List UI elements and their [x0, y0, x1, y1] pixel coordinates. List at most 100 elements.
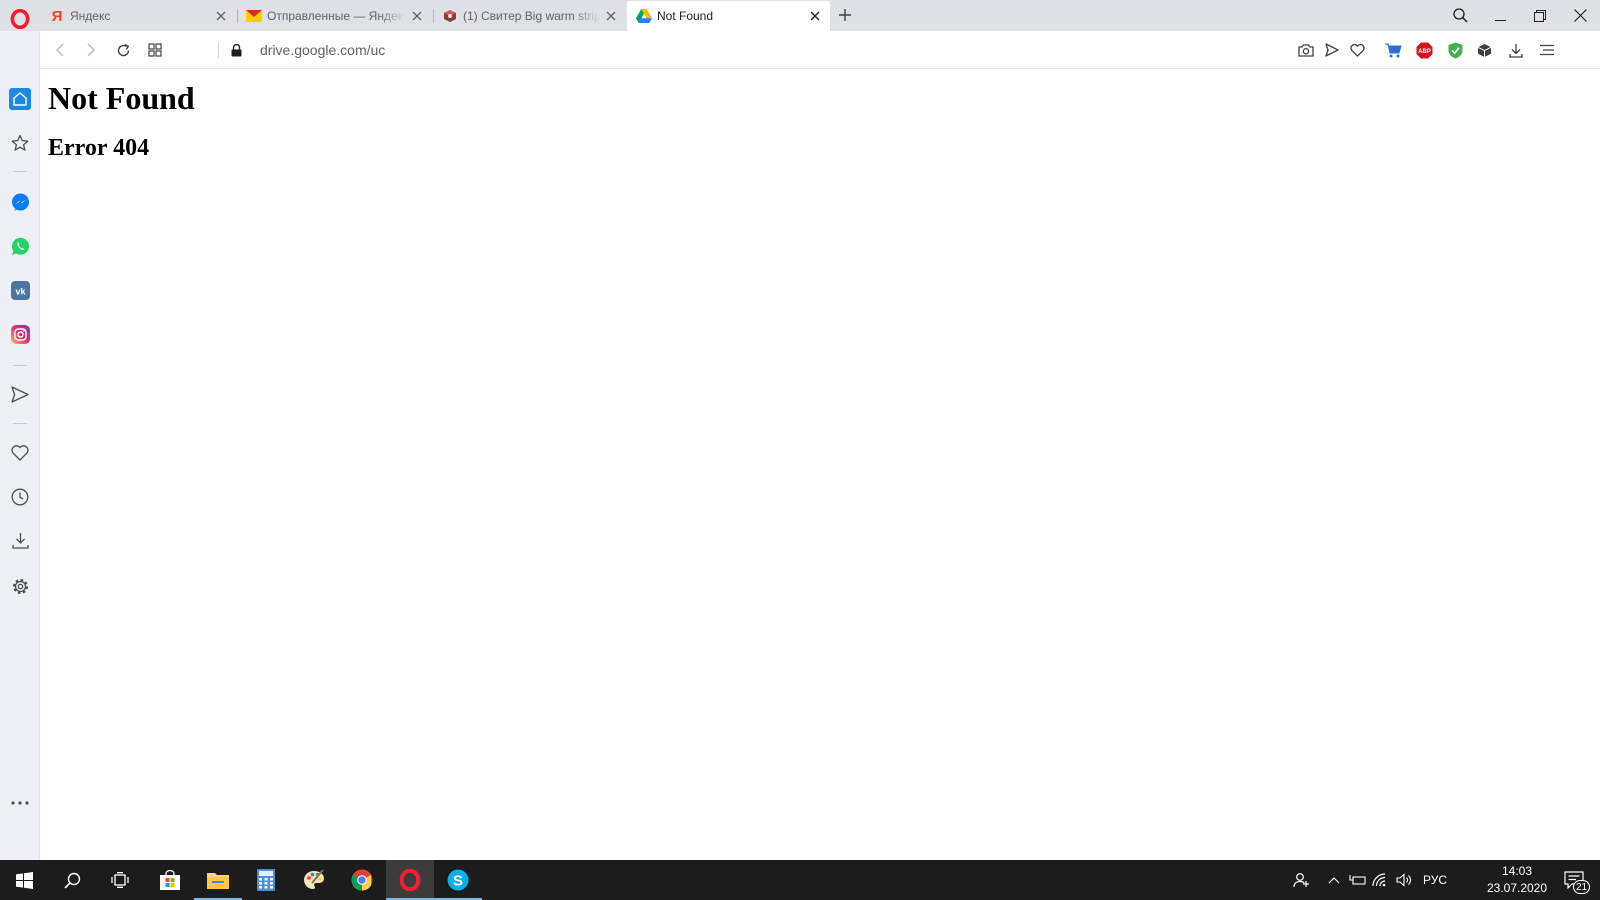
speed-dial-button[interactable]: [144, 39, 166, 61]
minimize-button[interactable]: [1481, 0, 1519, 31]
close-tab-icon[interactable]: [406, 5, 428, 27]
settings-icon: [12, 578, 28, 594]
forward-button[interactable]: [80, 39, 102, 61]
url-text[interactable]: drive.google.com/uc: [260, 42, 385, 58]
vpn-extension-button[interactable]: [1444, 39, 1466, 61]
sidebar-messenger[interactable]: [8, 190, 32, 214]
close-tab-icon[interactable]: [804, 5, 826, 27]
snapshot-button[interactable]: [1295, 39, 1317, 61]
opera-icon: [399, 869, 421, 891]
wifi-icon: [1371, 873, 1385, 887]
lock-icon[interactable]: [229, 43, 243, 57]
sidebar-bookmarks[interactable]: [8, 131, 32, 155]
sidebar-separator: [13, 171, 27, 172]
network-tray-button[interactable]: [1369, 860, 1391, 900]
address-field[interactable]: drive.google.com/uc: [229, 37, 1329, 63]
close-tab-icon[interactable]: [600, 5, 622, 27]
paint-icon: [304, 869, 324, 889]
file-explorer-icon: [207, 873, 229, 889]
shield-icon: [1448, 42, 1462, 58]
svg-text:ABP: ABP: [1418, 49, 1431, 55]
sidebar-history[interactable]: [8, 485, 32, 509]
sidebar-more[interactable]: [8, 791, 32, 815]
reload-icon: [117, 43, 129, 56]
tab-yandex[interactable]: Я Яндекс: [40, 1, 236, 31]
start-button[interactable]: [0, 860, 48, 900]
input-language[interactable]: РУС: [1423, 873, 1447, 887]
download-icon: [1509, 43, 1523, 58]
chevron-right-icon: [87, 43, 96, 57]
bookmarks-icon: [11, 134, 29, 151]
tab-shop[interactable]: (1) Свитер Big warm strip: [433, 1, 626, 31]
clock-date: 23.07.2020: [1486, 881, 1548, 895]
tab-search-button[interactable]: [1441, 0, 1479, 31]
svg-text:S: S: [453, 873, 463, 890]
close-window-button[interactable]: [1561, 0, 1599, 31]
tab-yandex-mail[interactable]: Отправленные — Яндекс.Почта: [237, 1, 432, 31]
taskbar-opera[interactable]: [386, 860, 434, 900]
instagram-icon: [10, 324, 30, 344]
sidebar-vk[interactable]: vk: [8, 278, 32, 302]
taskbar-search-button[interactable]: [48, 860, 96, 900]
whatsapp-icon: [11, 237, 29, 255]
sidebar-downloads[interactable]: [8, 528, 32, 552]
sidebar-home[interactable]: [8, 87, 32, 111]
yandex-mail-icon: [246, 8, 262, 24]
sidebar-whatsapp[interactable]: [8, 234, 32, 258]
taskbar-clock[interactable]: 14:03 23.07.2020: [1480, 863, 1554, 897]
new-tab-button[interactable]: [834, 4, 856, 26]
sidebar-settings[interactable]: [8, 574, 32, 598]
tab-not-found[interactable]: Not Found: [627, 1, 830, 31]
battery-tray-button[interactable]: [1346, 860, 1368, 900]
people-icon: [1293, 873, 1309, 888]
browser-window: Я Яндекс Отправленные — Яндекс.Почта (1): [0, 0, 1600, 900]
taskbar-paint[interactable]: [290, 860, 338, 900]
sidebar-my-flow[interactable]: [8, 382, 32, 406]
page-title: Not Found: [48, 80, 195, 116]
extensions-cube-button[interactable]: [1473, 39, 1495, 61]
restore-button[interactable]: [1521, 0, 1559, 31]
show-hidden-icons-button[interactable]: [1323, 860, 1345, 900]
tab-title: Not Found: [657, 9, 714, 23]
home-icon: [9, 88, 31, 110]
input-language-button[interactable]: РУС: [1418, 860, 1452, 900]
sidebar-separator: [13, 423, 27, 424]
clock-time: 14:03: [1501, 864, 1533, 878]
cart-icon: [1384, 43, 1402, 57]
taskbar-skype[interactable]: S: [434, 860, 482, 900]
windows-taskbar: S РУС 14:03 23.07.2020 21: [0, 860, 1600, 900]
tab-strip: Я Яндекс Отправленные — Яндекс.Почта (1): [0, 0, 1600, 31]
cube-icon: [1477, 43, 1491, 57]
tab-title: Отправленные — Яндекс.Почта: [267, 9, 406, 23]
reload-button[interactable]: [112, 39, 134, 61]
adblock-plus-button[interactable]: ABP: [1413, 39, 1435, 61]
close-icon: [1573, 9, 1587, 22]
store-icon: [160, 870, 180, 890]
action-center-button[interactable]: 21: [1554, 860, 1594, 900]
sidebar-favorites[interactable]: [8, 441, 32, 465]
easy-setup-button[interactable]: [1536, 39, 1558, 61]
back-button[interactable]: [49, 39, 71, 61]
close-tab-icon[interactable]: [210, 5, 232, 27]
send-icon: [1325, 43, 1339, 57]
taskbar-file-explorer[interactable]: [194, 860, 242, 900]
search-icon: [1452, 8, 1468, 23]
shopping-extension-button[interactable]: [1382, 39, 1404, 61]
adblock-plus-icon: ABP: [1416, 42, 1432, 58]
opera-menu-button[interactable]: [8, 7, 32, 31]
send-to-flow-button[interactable]: [1321, 39, 1343, 61]
chevron-left-icon: [55, 43, 64, 57]
chrome-icon: [351, 869, 373, 891]
messenger-icon: [11, 193, 29, 211]
taskbar-store[interactable]: [146, 860, 194, 900]
taskbar-chrome[interactable]: [338, 860, 386, 900]
volume-tray-button[interactable]: [1393, 860, 1415, 900]
downloads-button[interactable]: [1505, 39, 1527, 61]
add-to-favorites-button[interactable]: [1346, 39, 1368, 61]
more-icon: [11, 801, 29, 805]
tab-title: (1) Свитер Big warm strip: [463, 9, 600, 23]
task-view-button[interactable]: [96, 860, 144, 900]
taskbar-calculator[interactable]: [242, 860, 290, 900]
people-button[interactable]: [1288, 860, 1314, 900]
sidebar-instagram[interactable]: [8, 322, 32, 346]
